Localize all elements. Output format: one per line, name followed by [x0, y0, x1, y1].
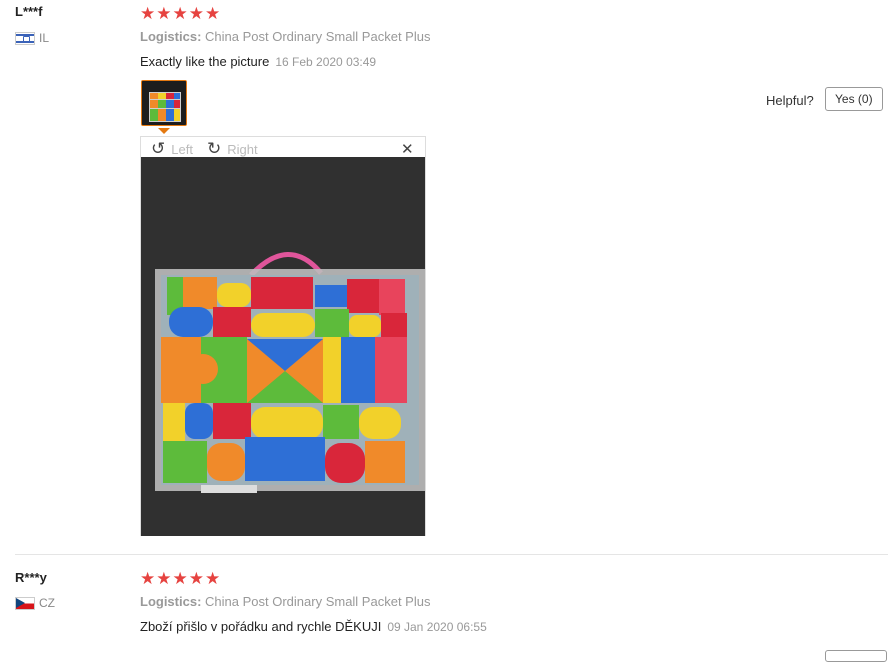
logistics-label: Logistics: — [140, 29, 202, 44]
rotate-left-icon: ↺ — [151, 139, 166, 158]
reviewer-name: L***f — [15, 4, 43, 19]
reviewer-country: IL — [15, 31, 49, 45]
photo-viewer: ↺ Left ↻ Right ✕ — [140, 136, 426, 536]
review-date: 09 Jan 2020 06:55 — [387, 620, 487, 634]
helpful-yes-button-partial[interactable] — [825, 650, 887, 662]
star-rating: ★★★★★ — [140, 569, 222, 588]
helpful-label: Helpful? — [766, 93, 814, 108]
thumbnail-image — [142, 81, 186, 125]
review-photo-thumbnail[interactable] — [141, 80, 187, 126]
star-rating: ★★★★★ — [140, 4, 222, 23]
logistics-info: Logistics: China Post Ordinary Small Pac… — [140, 29, 430, 44]
country-code: IL — [39, 31, 50, 45]
rotate-right-button[interactable]: ↻ Right — [207, 139, 258, 159]
israel-flag-icon — [15, 31, 35, 45]
reviewer-country: CZ — [15, 596, 55, 610]
logistics-label: Logistics: — [140, 594, 202, 609]
reviewer-name: R***y — [15, 570, 47, 585]
review-text: Zboží přišlo v pořádku and rychle DĚKUJI — [140, 619, 382, 634]
rotate-right-icon: ↻ — [207, 139, 222, 158]
close-viewer-button[interactable]: ✕ — [401, 140, 414, 158]
review-content: Zboží přišlo v pořádku and rychle DĚKUJI… — [140, 619, 487, 634]
review-content: Exactly like the picture 16 Feb 2020 03:4… — [140, 54, 376, 69]
rotate-left-label: Left — [171, 141, 193, 157]
review-divider — [15, 554, 888, 555]
review-photo — [141, 157, 425, 536]
thumbnail-pointer — [158, 128, 170, 134]
logistics-value: China Post Ordinary Small Packet Plus — [205, 29, 431, 44]
logistics-value: China Post Ordinary Small Packet Plus — [205, 594, 431, 609]
czech-flag-icon — [15, 596, 35, 610]
rotate-left-button[interactable]: ↺ Left — [151, 139, 193, 159]
rotate-right-label: Right — [227, 141, 258, 157]
logistics-info: Logistics: China Post Ordinary Small Pac… — [140, 594, 430, 609]
country-code: CZ — [39, 596, 55, 610]
review-date: 16 Feb 2020 03:49 — [275, 55, 377, 69]
review-text: Exactly like the picture — [140, 54, 270, 69]
helpful-yes-button[interactable]: Yes (0) — [825, 87, 883, 111]
